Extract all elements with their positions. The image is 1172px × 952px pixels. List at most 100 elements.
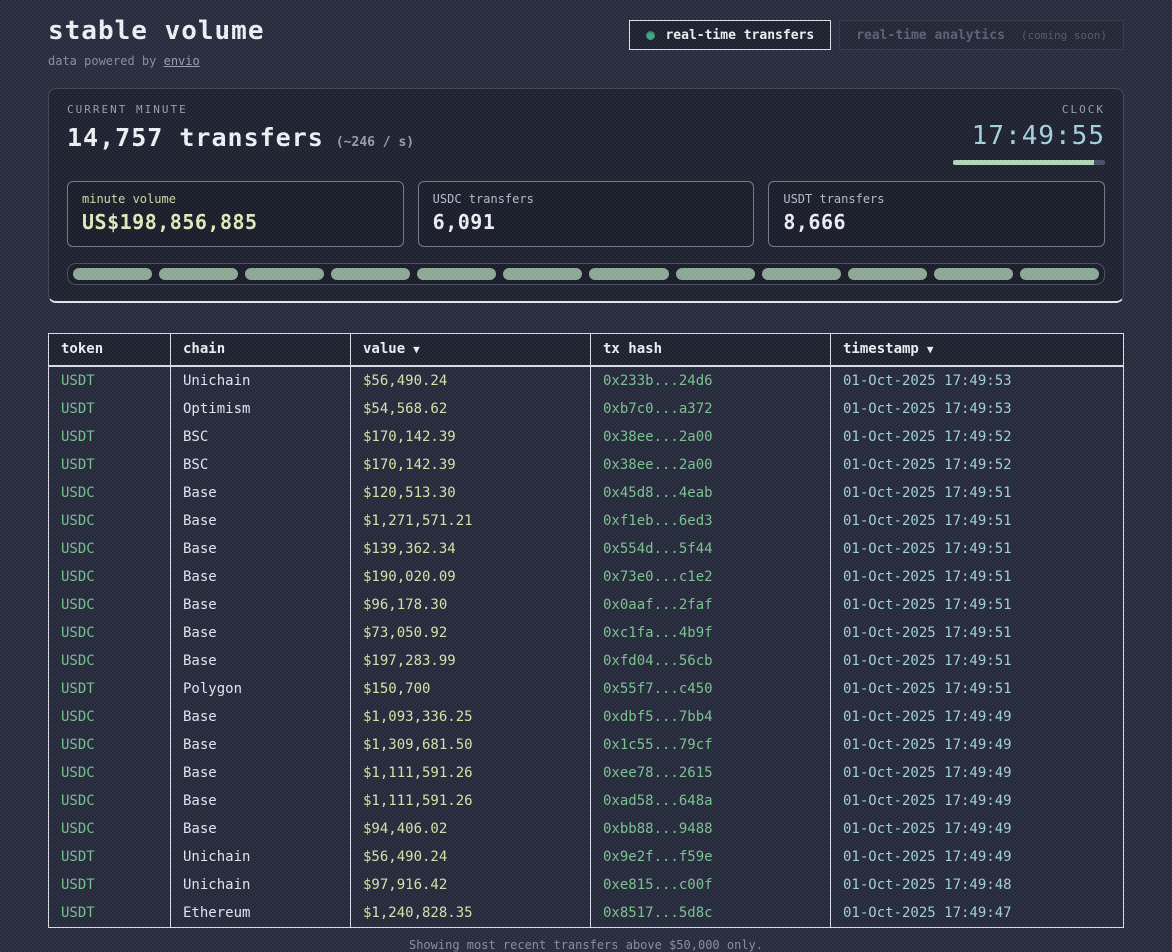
cell-value: $1,271,571.21 (351, 507, 591, 535)
cell-token: USDC (49, 507, 171, 535)
cell-tx-hash[interactable]: 0x1c55...79cf (591, 731, 831, 759)
table-row: USDTBSC$170,142.390x38ee...2a0001-Oct-20… (49, 451, 1124, 479)
minute-progress-fill (953, 160, 1094, 165)
minute-segment (159, 268, 238, 280)
cell-tx-hash[interactable]: 0x38ee...2a00 (591, 423, 831, 451)
cell-chain: Ethereum (171, 899, 351, 928)
table-row: USDCBase$1,271,571.210xf1eb...6ed301-Oct… (49, 507, 1124, 535)
table-row: USDTEthereum$1,240,828.350x8517...5d8c01… (49, 899, 1124, 928)
footer-note: Showing most recent transfers above $50,… (48, 938, 1124, 952)
cell-timestamp: 01-Oct-2025 17:49:49 (831, 815, 1124, 843)
transfer-rate: (~246 / s) (336, 135, 414, 150)
cell-tx-hash[interactable]: 0xad58...648a (591, 787, 831, 815)
live-dot-icon (646, 31, 655, 40)
sort-desc-icon: ▼ (413, 343, 420, 356)
page: stable volume data powered by envio real… (0, 0, 1172, 952)
cell-token: USDC (49, 479, 171, 507)
cell-tx-hash[interactable]: 0x233b...24d6 (591, 366, 831, 395)
cell-chain: Base (171, 703, 351, 731)
column-header-timestamp[interactable]: timestamp▼ (831, 334, 1124, 367)
cell-token: USDT (49, 423, 171, 451)
table-row: USDTUnichain$56,490.240x233b...24d601-Oc… (49, 366, 1124, 395)
cell-value: $120,513.30 (351, 479, 591, 507)
cell-value: $56,490.24 (351, 843, 591, 871)
current-minute-label: CURRENT MINUTE (67, 103, 414, 116)
cell-token: USDT (49, 675, 171, 703)
cell-timestamp: 01-Oct-2025 17:49:48 (831, 871, 1124, 899)
minute-progress-bar (953, 160, 1105, 165)
table-row: USDCBase$1,111,591.260xad58...648a01-Oct… (49, 787, 1124, 815)
table-row: USDCBase$96,178.300x0aaf...2faf01-Oct-20… (49, 591, 1124, 619)
cell-timestamp: 01-Oct-2025 17:49:51 (831, 563, 1124, 591)
minute-segment (503, 268, 582, 280)
stat-label: USDC transfers (433, 192, 740, 206)
cell-chain: Base (171, 563, 351, 591)
cell-tx-hash[interactable]: 0x554d...5f44 (591, 535, 831, 563)
cell-tx-hash[interactable]: 0xbb88...9488 (591, 815, 831, 843)
powered-by-text: data powered by (48, 54, 164, 68)
cell-timestamp: 01-Oct-2025 17:49:51 (831, 507, 1124, 535)
cell-tx-hash[interactable]: 0x73e0...c1e2 (591, 563, 831, 591)
clock-time: 17:49:55 (953, 121, 1105, 151)
cell-token: USDC (49, 703, 171, 731)
tab-real-time-transfers[interactable]: real-time transfers (629, 20, 831, 50)
minute-segment (73, 268, 152, 280)
cell-token: USDC (49, 759, 171, 787)
cell-tx-hash[interactable]: 0x0aaf...2faf (591, 591, 831, 619)
minute-segment (676, 268, 755, 280)
cell-token: USDT (49, 451, 171, 479)
cell-tx-hash[interactable]: 0xf1eb...6ed3 (591, 507, 831, 535)
cell-tx-hash[interactable]: 0x55f7...c450 (591, 675, 831, 703)
table-row: USDCBase$120,513.300x45d8...4eab01-Oct-2… (49, 479, 1124, 507)
cell-value: $1,093,336.25 (351, 703, 591, 731)
stat-box-minute-volume: minute volume US$198,856,885 (67, 181, 404, 247)
tab-real-time-analytics[interactable]: real-time analytics (coming soon) (839, 20, 1124, 50)
cell-timestamp: 01-Oct-2025 17:49:49 (831, 731, 1124, 759)
cell-token: USDT (49, 395, 171, 423)
cell-tx-hash[interactable]: 0x38ee...2a00 (591, 451, 831, 479)
cell-token: USDC (49, 731, 171, 759)
clock-block: CLOCK 17:49:55 (953, 103, 1105, 165)
cell-tx-hash[interactable]: 0xc1fa...4b9f (591, 619, 831, 647)
cell-tx-hash[interactable]: 0x45d8...4eab (591, 479, 831, 507)
cell-tx-hash[interactable]: 0xdbf5...7bb4 (591, 703, 831, 731)
topbar: stable volume data powered by envio real… (48, 12, 1124, 68)
stat-value: 8,666 (783, 210, 1090, 234)
table-row: USDTUnichain$97,916.420xe815...c00f01-Oc… (49, 871, 1124, 899)
cell-timestamp: 01-Oct-2025 17:49:49 (831, 703, 1124, 731)
cell-chain: Unichain (171, 843, 351, 871)
column-header-value[interactable]: value▼ (351, 334, 591, 367)
table-row: USDCBase$1,309,681.500x1c55...79cf01-Oct… (49, 731, 1124, 759)
cell-timestamp: 01-Oct-2025 17:49:51 (831, 535, 1124, 563)
cell-value: $73,050.92 (351, 619, 591, 647)
cell-token: USDC (49, 815, 171, 843)
cell-tx-hash[interactable]: 0x9e2f...f59e (591, 843, 831, 871)
table-row: USDTBSC$170,142.390x38ee...2a0001-Oct-20… (49, 423, 1124, 451)
column-header-tx-hash: tx hash (591, 334, 831, 367)
cell-chain: Base (171, 479, 351, 507)
cell-value: $97,916.42 (351, 871, 591, 899)
minute-segment (1020, 268, 1099, 280)
cell-tx-hash[interactable]: 0x8517...5d8c (591, 899, 831, 928)
stat-value: US$198,856,885 (82, 210, 389, 234)
cell-token: USDT (49, 899, 171, 928)
table-row: USDCBase$73,050.920xc1fa...4b9f01-Oct-20… (49, 619, 1124, 647)
table-row: USDCBase$94,406.020xbb88...948801-Oct-20… (49, 815, 1124, 843)
envio-link[interactable]: envio (164, 54, 200, 68)
cell-chain: BSC (171, 451, 351, 479)
cell-token: USDT (49, 843, 171, 871)
table-row: USDTOptimism$54,568.620xb7c0...a37201-Oc… (49, 395, 1124, 423)
cell-tx-hash[interactable]: 0xe815...c00f (591, 871, 831, 899)
cell-value: $170,142.39 (351, 451, 591, 479)
cell-chain: Base (171, 787, 351, 815)
table-row: USDTPolygon$150,7000x55f7...c45001-Oct-2… (49, 675, 1124, 703)
cell-tx-hash[interactable]: 0xfd04...56cb (591, 647, 831, 675)
brand: stable volume data powered by envio (48, 12, 265, 68)
cell-chain: Base (171, 591, 351, 619)
cell-tx-hash[interactable]: 0xb7c0...a372 (591, 395, 831, 423)
cell-token: USDC (49, 591, 171, 619)
minute-segment (417, 268, 496, 280)
cell-tx-hash[interactable]: 0xee78...2615 (591, 759, 831, 787)
tab-label: real-time transfers (665, 28, 814, 43)
cell-token: USDC (49, 535, 171, 563)
